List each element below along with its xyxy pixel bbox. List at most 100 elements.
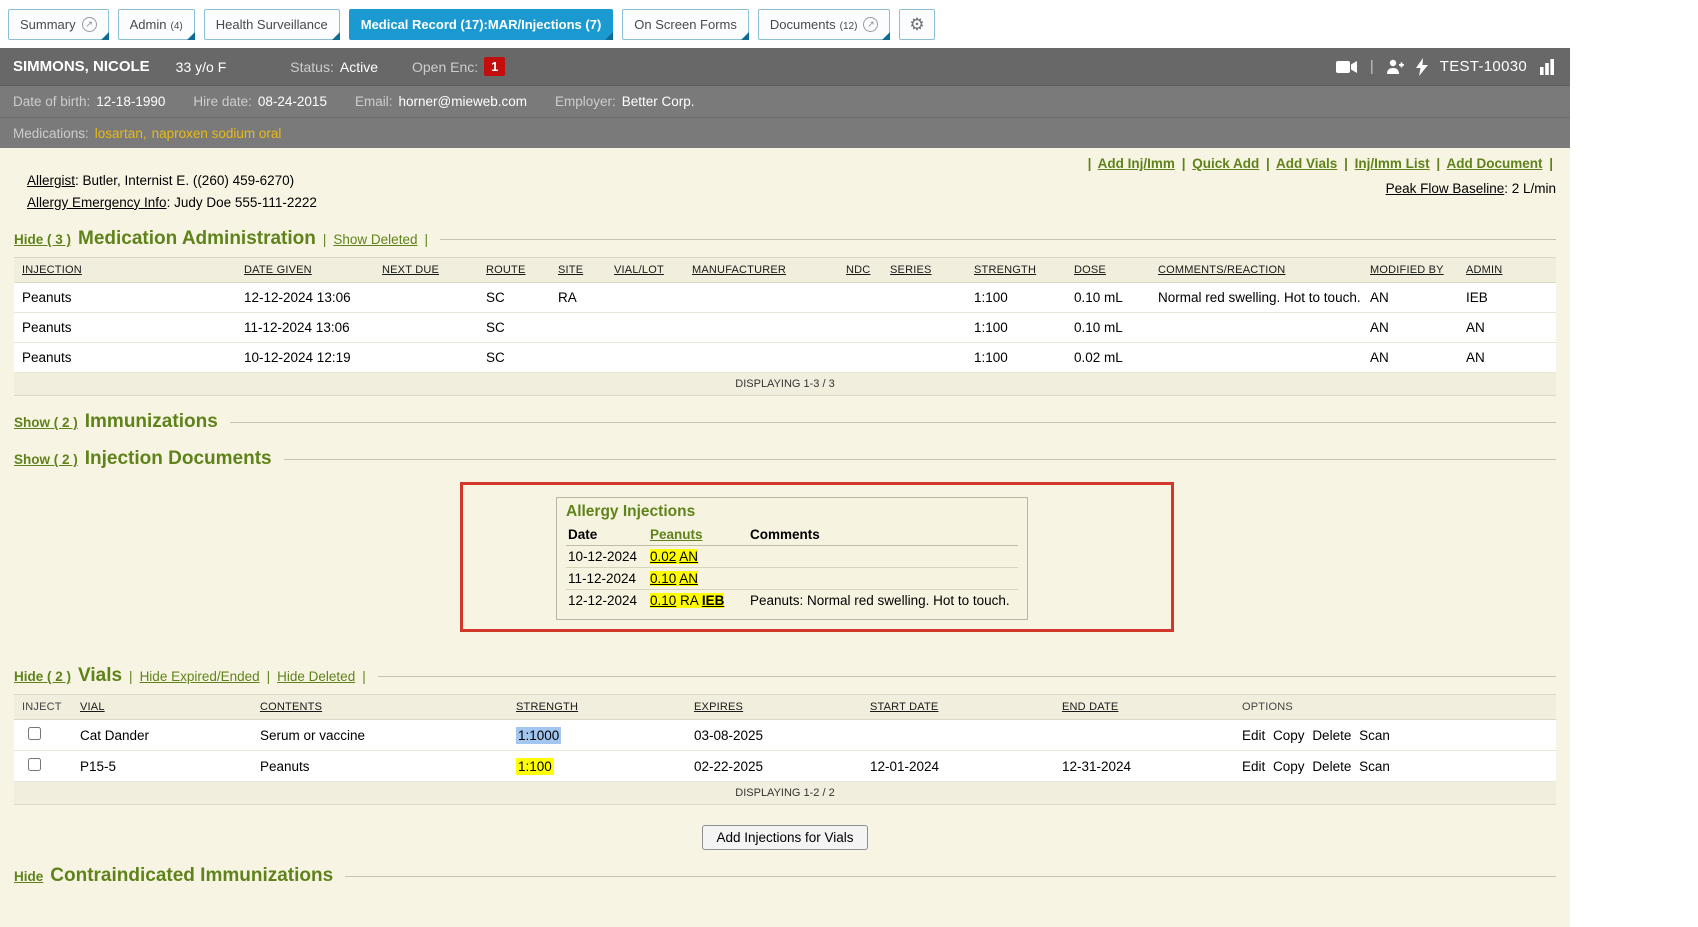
scan-link[interactable]: Scan bbox=[1359, 759, 1390, 774]
mar-header-row: INJECTION DATE GIVEN NEXT DUE ROUTE SITE… bbox=[14, 258, 1556, 283]
allergist-link[interactable]: Allergist bbox=[27, 173, 75, 188]
vials-footer-row: DISPLAYING 1-2 / 2 bbox=[14, 782, 1556, 805]
vials-hide-toggle[interactable]: Hide ( 2 ) bbox=[14, 669, 71, 684]
tab-count: (4) bbox=[170, 21, 182, 32]
tab-on-screen-forms[interactable]: On Screen Forms bbox=[622, 9, 749, 40]
column-header-strength[interactable]: STRENGTH bbox=[966, 258, 1066, 283]
add-inj-imm-link[interactable]: Add Inj/Imm bbox=[1098, 156, 1175, 171]
popout-icon[interactable]: ↗ bbox=[863, 17, 878, 32]
medication-link-naproxen[interactable]: naproxen sodium oral bbox=[152, 126, 282, 141]
contraindicated-hide-toggle[interactable]: Hide bbox=[14, 869, 43, 884]
allergy-injection-row: 10-12-2024 0.02 AN bbox=[566, 546, 1018, 568]
inject-checkbox[interactable] bbox=[28, 758, 41, 771]
tab-documents[interactable]: Documents (12) ↗ bbox=[758, 9, 891, 40]
column-header-start-date[interactable]: START DATE bbox=[862, 695, 1054, 720]
tab-summary[interactable]: Summary ↗ bbox=[8, 9, 109, 40]
immunizations-show-toggle[interactable]: Show ( 2 ) bbox=[14, 415, 78, 430]
dose-link[interactable]: 0.10 bbox=[650, 593, 676, 608]
immunizations-title: Immunizations bbox=[85, 411, 218, 433]
inject-checkbox[interactable] bbox=[28, 727, 41, 740]
add-document-link[interactable]: Add Document bbox=[1446, 156, 1542, 171]
gear-icon: ⚙ bbox=[909, 15, 924, 35]
column-header-ndc[interactable]: NDC bbox=[838, 258, 882, 283]
email-label: Email: bbox=[355, 94, 393, 109]
column-header-series[interactable]: SERIES bbox=[882, 258, 966, 283]
hide-expired-ended-link[interactable]: Hide Expired/Ended bbox=[140, 669, 260, 684]
allergy-emergency-info-link[interactable]: Allergy Emergency Info bbox=[27, 195, 167, 210]
scan-link[interactable]: Scan bbox=[1359, 728, 1390, 743]
mar-show-deleted-link[interactable]: Show Deleted bbox=[333, 232, 417, 247]
column-header-injection[interactable]: INJECTION bbox=[14, 258, 236, 283]
vial-row: P15-5 Peanuts 1:100 02-22-2025 12-01-202… bbox=[14, 751, 1556, 782]
popout-icon[interactable]: ↗ bbox=[82, 17, 97, 32]
column-header-contents[interactable]: CONTENTS bbox=[252, 695, 508, 720]
settings-gear-button[interactable]: ⚙ bbox=[899, 9, 934, 40]
open-encounter-badge[interactable]: 1 bbox=[484, 57, 505, 76]
initials-link[interactable]: AN bbox=[679, 571, 698, 586]
inj-imm-list-link[interactable]: Inj/Imm List bbox=[1355, 156, 1430, 171]
mar-hide-toggle[interactable]: Hide ( 3 ) bbox=[14, 232, 71, 247]
section-rule bbox=[378, 676, 1556, 677]
tab-medical-record-mar-injections[interactable]: Medical Record (17):MAR/Injections (7) bbox=[349, 9, 614, 40]
tab-label: Admin bbox=[130, 17, 167, 32]
edit-link[interactable]: Edit bbox=[1242, 759, 1265, 774]
column-header-inject: INJECT bbox=[14, 695, 72, 720]
peak-flow-line: Peak Flow Baseline: 2 L/min bbox=[1085, 181, 1556, 196]
dose-link[interactable]: 0.10 bbox=[650, 571, 676, 586]
delete-link[interactable]: Delete bbox=[1312, 759, 1351, 774]
column-header-site[interactable]: SITE bbox=[550, 258, 606, 283]
email-value: horner@mieweb.com bbox=[398, 94, 527, 109]
add-user-icon[interactable] bbox=[1386, 59, 1404, 75]
open-enc-label: Open Enc: bbox=[412, 59, 478, 75]
initials-link[interactable]: AN bbox=[679, 549, 698, 564]
allergy-injections-zone: Allergy Injections Date Peanuts Comments… bbox=[14, 480, 1556, 650]
status-label: Status: bbox=[290, 59, 334, 75]
medication-separator: , bbox=[143, 126, 147, 141]
hire-date-label: Hire date: bbox=[193, 94, 252, 109]
chart-tab-bar: Summary ↗ Admin (4) Health Surveillance … bbox=[0, 0, 1570, 48]
column-header-next-due[interactable]: NEXT DUE bbox=[374, 258, 478, 283]
dose-link[interactable]: 0.02 bbox=[650, 549, 676, 564]
column-header-modified-by[interactable]: MODIFIED BY bbox=[1362, 258, 1458, 283]
column-header-admin[interactable]: ADMIN bbox=[1458, 258, 1556, 283]
tab-label: Medical Record (17):MAR/Injections (7) bbox=[361, 17, 602, 32]
column-header-strength[interactable]: STRENGTH bbox=[508, 695, 686, 720]
chart-icon[interactable] bbox=[1539, 59, 1557, 75]
add-injections-for-vials-button[interactable]: Add Injections for Vials bbox=[702, 825, 867, 850]
column-header-expires[interactable]: EXPIRES bbox=[686, 695, 862, 720]
delete-link[interactable]: Delete bbox=[1312, 728, 1351, 743]
flash-icon[interactable] bbox=[1416, 58, 1428, 76]
initials-link[interactable]: IEB bbox=[702, 593, 725, 608]
patient-id: TEST-10030 bbox=[1440, 58, 1527, 75]
section-rule bbox=[345, 876, 1556, 877]
immunizations-section-header: Show ( 2 ) Immunizations bbox=[14, 411, 1556, 433]
column-header-dose[interactable]: DOSE bbox=[1066, 258, 1150, 283]
column-header-peanuts[interactable]: Peanuts bbox=[648, 524, 748, 546]
tab-admin[interactable]: Admin (4) bbox=[118, 9, 195, 40]
column-header-date-given[interactable]: DATE GIVEN bbox=[236, 258, 374, 283]
injection-documents-show-toggle[interactable]: Show ( 2 ) bbox=[14, 452, 78, 467]
webchart-app: Summary ↗ Admin (4) Health Surveillance … bbox=[0, 0, 1570, 927]
column-header-vial[interactable]: VIAL bbox=[72, 695, 252, 720]
quick-add-link[interactable]: Quick Add bbox=[1192, 156, 1259, 171]
column-header-route[interactable]: ROUTE bbox=[478, 258, 550, 283]
peak-flow-baseline-link[interactable]: Peak Flow Baseline bbox=[1386, 181, 1505, 196]
column-header-comments[interactable]: COMMENTS/REACTION bbox=[1150, 258, 1362, 283]
tab-health-surveillance[interactable]: Health Surveillance bbox=[204, 9, 340, 40]
patient-name: SIMMONS, NICOLE bbox=[13, 58, 150, 75]
video-camera-icon[interactable] bbox=[1336, 60, 1358, 74]
hide-deleted-link[interactable]: Hide Deleted bbox=[277, 669, 355, 684]
medications-label: Medications: bbox=[13, 126, 89, 141]
copy-link[interactable]: Copy bbox=[1273, 759, 1305, 774]
allergy-injections-table: Date Peanuts Comments 10-12-2024 0.02 AN bbox=[566, 524, 1018, 611]
edit-link[interactable]: Edit bbox=[1242, 728, 1265, 743]
copy-link[interactable]: Copy bbox=[1273, 728, 1305, 743]
medication-link-losartan[interactable]: losartan bbox=[95, 126, 143, 141]
contraindicated-title: Contraindicated Immunizations bbox=[50, 865, 333, 887]
column-header-manufacturer[interactable]: MANUFACTURER bbox=[684, 258, 838, 283]
column-header-vial-lot[interactable]: VIAL/LOT bbox=[606, 258, 684, 283]
column-header-end-date[interactable]: END DATE bbox=[1054, 695, 1234, 720]
hire-date-value: 08-24-2015 bbox=[258, 94, 327, 109]
add-vials-link[interactable]: Add Vials bbox=[1276, 156, 1337, 171]
medications-bar: Medications: losartan, naproxen sodium o… bbox=[0, 117, 1570, 148]
